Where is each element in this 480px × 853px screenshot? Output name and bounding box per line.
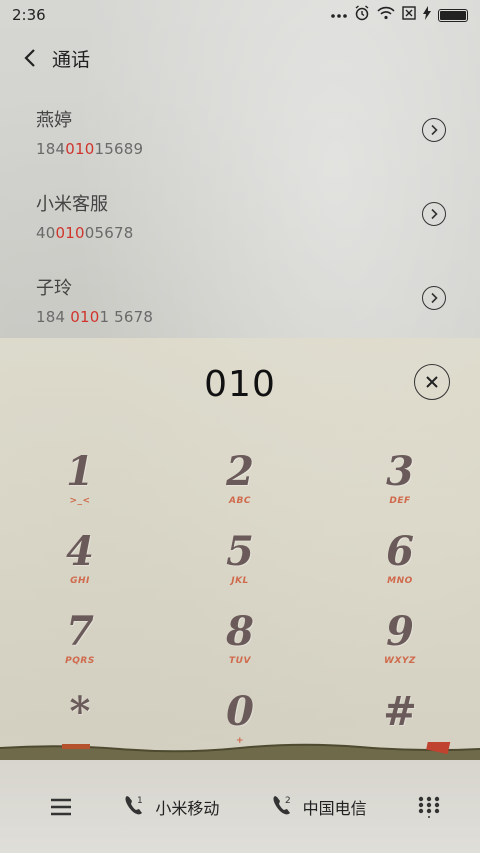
no-sim-icon — [402, 6, 416, 24]
key-1[interactable]: 1 >_< — [0, 440, 160, 520]
svg-text:2: 2 — [285, 796, 291, 806]
call-sim1-button[interactable]: 1 小米移动 — [123, 794, 219, 820]
contact-number: 18401015689 — [36, 140, 144, 158]
menu-icon[interactable] — [50, 798, 72, 816]
key-6[interactable]: 6 MNO — [320, 520, 480, 600]
dial-input-row: 010 — [0, 340, 480, 428]
contact-number: 4001005678 — [36, 224, 134, 242]
phone-sim1-icon: 1 — [123, 794, 145, 820]
charging-icon — [423, 6, 431, 24]
contact-name: 燕婷 — [36, 110, 72, 131]
sim1-label: 小米移动 — [155, 798, 220, 818]
svg-text:1: 1 — [137, 796, 143, 806]
status-icons — [331, 5, 468, 25]
alarm-icon — [354, 5, 370, 25]
battery-icon — [438, 8, 468, 22]
chevron-right-circle-icon[interactable] — [422, 118, 446, 142]
call-sim2-button[interactable]: 2 中国电信 — [271, 794, 367, 820]
ground-decoration — [0, 742, 480, 760]
key-8[interactable]: 8 TUV — [160, 600, 320, 680]
more-dots-icon — [331, 7, 347, 23]
close-circle-icon[interactable] — [414, 364, 450, 400]
chevron-right-circle-icon[interactable] — [422, 286, 446, 310]
key-5[interactable]: 5 JKL — [160, 520, 320, 600]
status-bar: 2:36 — [0, 0, 480, 30]
key-2[interactable]: 2 ABC — [160, 440, 320, 520]
contact-suggestions-list: 燕婷 18401015689 小米客服 4001005678 子玲 184 01… — [0, 92, 480, 344]
dialed-number[interactable]: 010 — [204, 364, 276, 405]
contact-name: 子玲 — [36, 278, 72, 299]
key-9[interactable]: 9 WXYZ — [320, 600, 480, 680]
keypad-toggle-icon[interactable] — [418, 796, 440, 818]
key-3[interactable]: 3 DEF — [320, 440, 480, 520]
sim2-label: 中国电信 — [302, 798, 367, 818]
contact-name: 小米客服 — [36, 194, 108, 215]
key-4[interactable]: 4 GHI — [0, 520, 160, 600]
chevron-right-circle-icon[interactable] — [422, 202, 446, 226]
bottom-bar: 1 小米移动 2 中国电信 — [0, 760, 480, 853]
contact-number: 184 0101 5678 — [36, 308, 154, 326]
page-title: 通话 — [52, 48, 91, 71]
keypad: 1 >_< 2 ABC 3 DEF 4 GHI 5 JKL 6 MNO 7 PQRS 8 TUV… — [0, 440, 480, 760]
status-time: 2:36 — [12, 6, 46, 24]
header: 通话 — [0, 36, 480, 80]
wifi-icon — [377, 6, 395, 24]
list-item[interactable]: 子玲 184 0101 5678 — [0, 260, 480, 344]
phone-sim2-icon: 2 — [271, 794, 293, 820]
key-7[interactable]: 7 PQRS — [0, 600, 160, 680]
list-item[interactable]: 燕婷 18401015689 — [0, 92, 480, 176]
list-item[interactable]: 小米客服 4001005678 — [0, 176, 480, 260]
chevron-left-icon[interactable] — [18, 46, 42, 70]
